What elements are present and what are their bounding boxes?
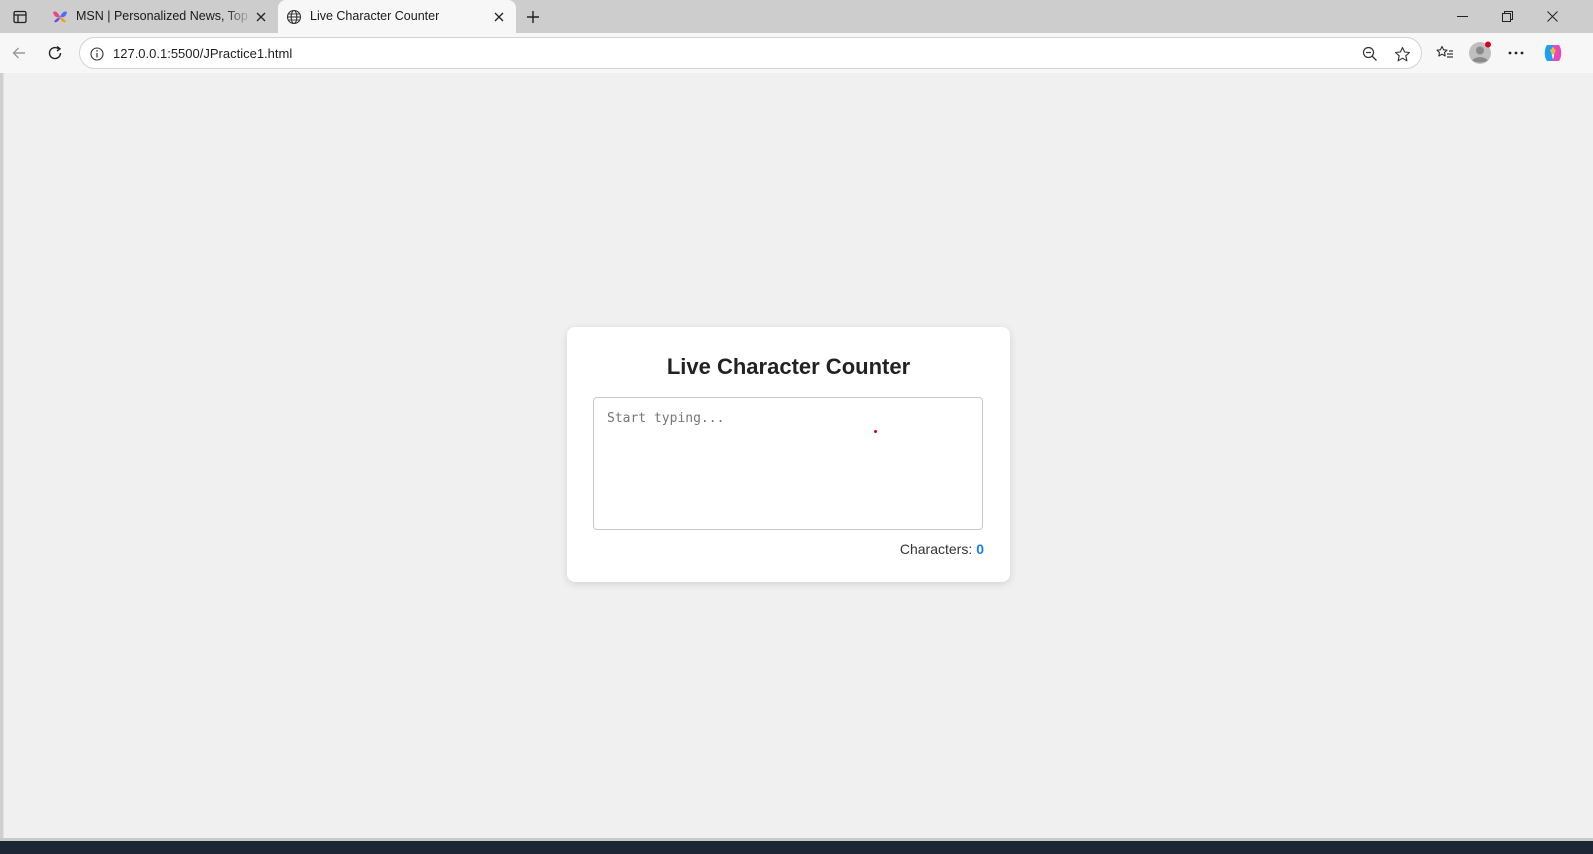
address-bar[interactable]: 127.0.0.1:5500/JPractice1.html xyxy=(79,37,1422,69)
new-tab-button[interactable] xyxy=(520,4,546,30)
tab-strip: MSN | Personalized News, Top Headlines, … xyxy=(0,0,1593,33)
settings-more-button[interactable] xyxy=(1503,40,1529,66)
avatar xyxy=(1469,41,1491,64)
more-dots-icon xyxy=(1508,51,1524,55)
favorites-list-icon xyxy=(1436,45,1453,58)
close-icon xyxy=(1546,10,1558,22)
copilot-icon xyxy=(1544,45,1562,61)
msn-butterfly-icon xyxy=(51,8,69,26)
refresh-button[interactable] xyxy=(42,40,68,66)
tab-actions-menu-button[interactable] xyxy=(8,5,32,29)
character-counter: Characters: 0 xyxy=(900,541,984,557)
url-text[interactable]: 127.0.0.1:5500/JPractice1.html xyxy=(113,46,292,61)
copilot-button[interactable] xyxy=(1540,40,1566,66)
page-title: Live Character Counter xyxy=(666,354,911,379)
mouse-cursor-dot xyxy=(874,430,877,433)
back-button[interactable] xyxy=(6,40,32,66)
minimize-icon xyxy=(1456,15,1468,17)
tab-title: MSN | Personalized News, Top Headlines, … xyxy=(76,9,252,23)
close-window-button[interactable] xyxy=(1537,3,1567,29)
tab-msn[interactable]: MSN | Personalized News, Top Headlines, … xyxy=(44,0,278,33)
browser-toolbar: 127.0.0.1:5500/JPractice1.html xyxy=(0,33,1593,73)
counter-value: 0 xyxy=(976,541,984,557)
globe-icon xyxy=(285,8,303,26)
info-icon[interactable] xyxy=(88,45,106,63)
close-icon[interactable] xyxy=(252,8,270,26)
restore-icon xyxy=(1501,10,1513,22)
tab-title: Live Character Counter xyxy=(310,9,440,23)
counter-label: Characters: xyxy=(899,541,973,557)
favorite-star-icon[interactable] xyxy=(1391,43,1413,65)
text-input-area[interactable] xyxy=(593,397,983,530)
profile-button[interactable] xyxy=(1467,40,1493,66)
refresh-icon xyxy=(48,45,62,60)
sidebar-icon xyxy=(13,10,27,24)
counter-card: Live Character Counter Characters:0 xyxy=(567,327,1010,582)
zoom-out-icon[interactable] xyxy=(1359,43,1381,65)
plus-icon xyxy=(527,11,539,23)
taskbar-edge xyxy=(0,841,1593,854)
page-viewport: Live Character Counter Characters:0 xyxy=(3,73,1593,838)
minimize-button[interactable] xyxy=(1447,3,1477,29)
favorites-button[interactable] xyxy=(1432,40,1458,66)
tab-live-character-counter[interactable]: Live Character Counter xyxy=(278,0,516,33)
arrow-left-icon xyxy=(12,47,25,59)
close-icon[interactable] xyxy=(490,8,508,26)
restore-button[interactable] xyxy=(1492,3,1522,29)
